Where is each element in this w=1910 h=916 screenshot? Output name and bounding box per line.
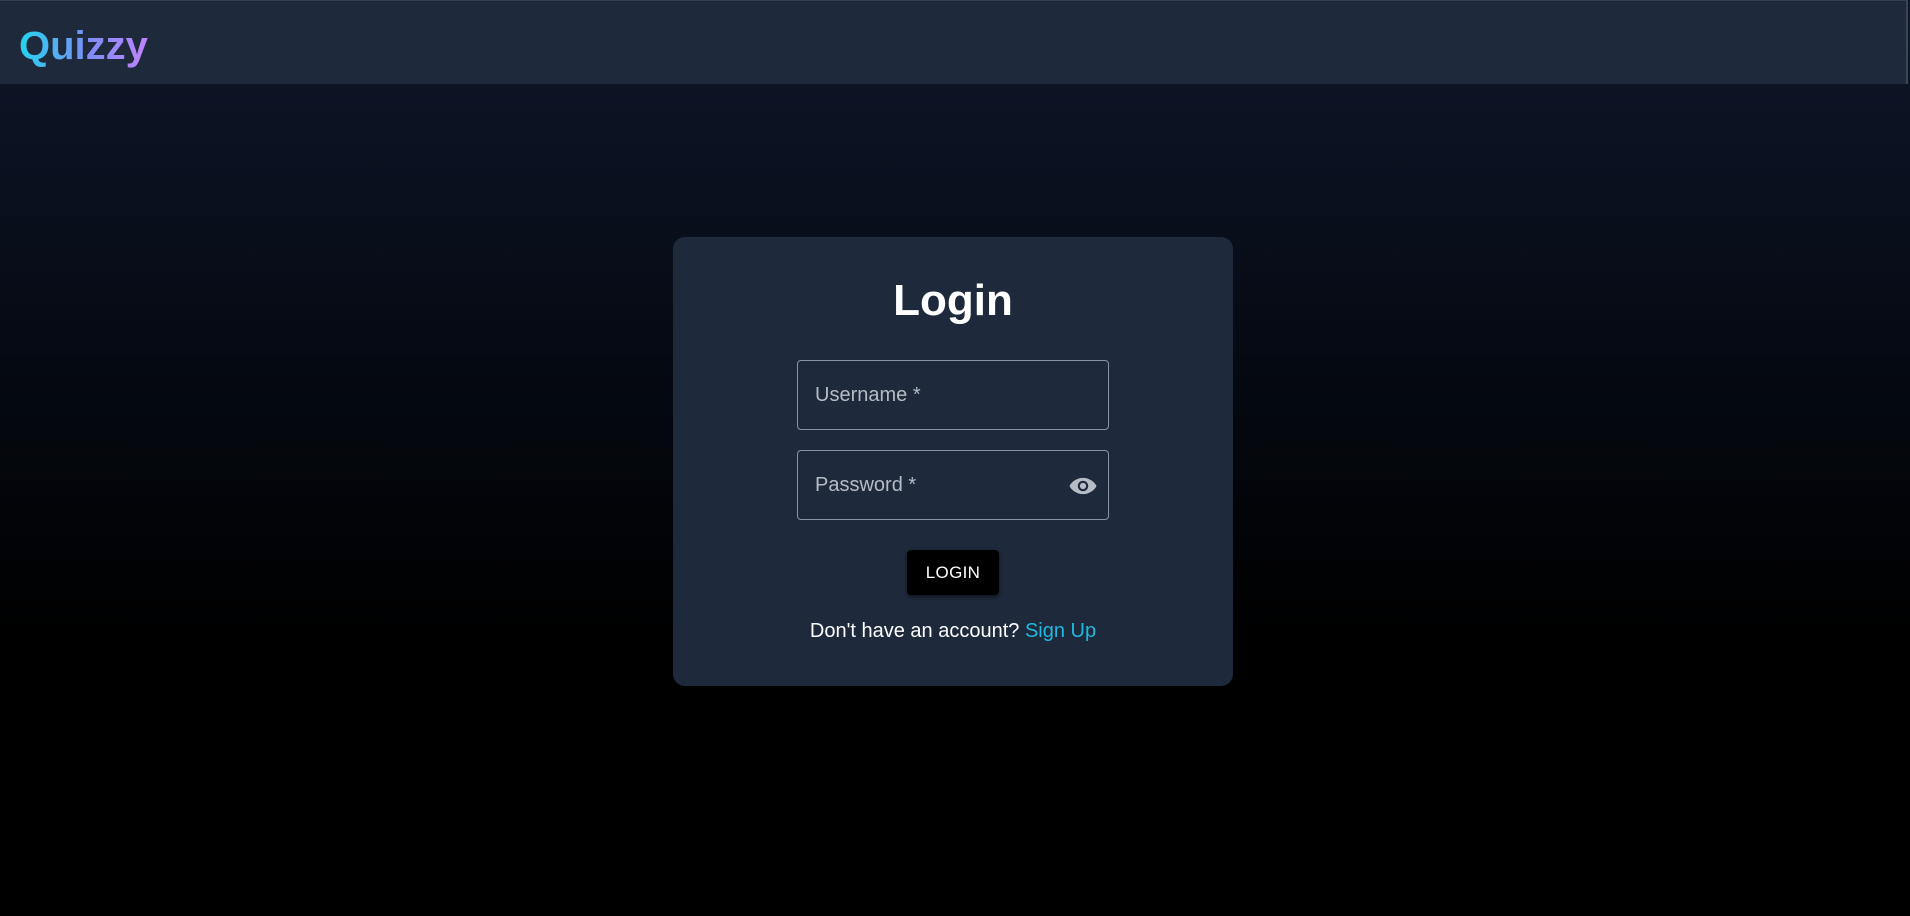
password-field[interactable] — [797, 450, 1109, 520]
signup-link[interactable]: Sign Up — [1025, 620, 1096, 642]
navbar: Quizzy — [0, 0, 1908, 84]
login-card: Login LOGIN Don't have an account? Sign … — [673, 237, 1233, 686]
app-logo[interactable]: Quizzy — [19, 22, 148, 70]
signup-prompt-line: Don't have an account? Sign Up — [673, 618, 1233, 644]
eye-icon[interactable] — [1068, 471, 1098, 501]
username-input[interactable] — [798, 361, 1108, 429]
username-field[interactable] — [797, 360, 1109, 430]
password-input[interactable] — [798, 451, 1108, 519]
login-title: Login — [893, 276, 1013, 325]
signup-prompt-text: Don't have an account? — [809, 620, 1025, 642]
login-button[interactable]: LOGIN — [907, 550, 999, 595]
